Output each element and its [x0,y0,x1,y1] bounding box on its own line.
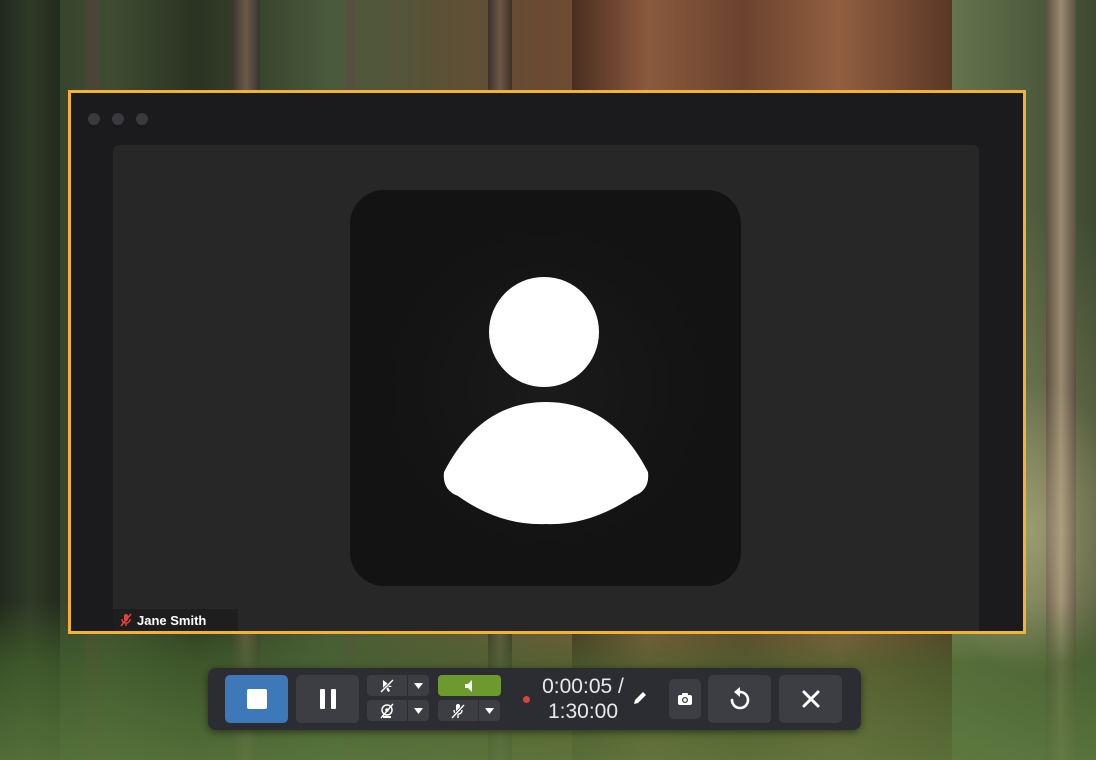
microphone-toggle-button[interactable] [438,700,478,721]
recording-toolbar: 0:00:05 / 1:30:00 [208,668,861,730]
participant-video-tile[interactable] [350,190,741,586]
system-audio-toggle [438,675,501,696]
participant-nametag: Jane Smith [113,609,239,631]
webcam-toggle [367,700,429,721]
cursor-toggle-button[interactable] [367,675,407,696]
chevron-down-icon [485,707,494,714]
annotate-button[interactable] [630,688,650,708]
cursor-toggle [367,675,429,696]
recording-timer: 0:00:05 / 1:30:00 [536,674,630,724]
mic-muted-icon [120,613,132,627]
speaker-icon [464,679,472,692]
pause-icon [319,689,336,709]
system-audio-button[interactable] [438,675,501,696]
window-zoom-dot[interactable] [136,113,148,125]
elapsed-time: 0:00:05 [542,675,613,698]
webcam-toggle-button[interactable] [367,700,407,721]
window-close-dot[interactable] [88,113,100,125]
close-icon [802,690,819,708]
webcam-off-icon [380,703,394,718]
pencil-icon [634,692,646,704]
microphone-options-dropdown[interactable] [478,700,500,721]
stop-icon [246,689,267,709]
microphone-toggle [438,700,500,721]
restart-button[interactable] [708,675,771,723]
restart-icon [730,687,749,710]
person-icon [386,228,706,548]
screenshot-button[interactable] [669,679,701,719]
window-minimize-dot[interactable] [112,113,124,125]
participant-name: Jane Smith [137,612,207,628]
pause-button[interactable] [296,675,359,723]
webcam-options-dropdown[interactable] [407,700,429,721]
video-stage: Jane Smith [113,145,979,631]
time-separator: / [618,675,624,698]
duration-limit: 1:30:00 [547,700,619,723]
window-controls [88,113,148,125]
chevron-down-icon [414,682,423,689]
stop-button[interactable] [225,675,288,723]
mic-off-icon [450,703,466,719]
chevron-down-icon [414,707,423,714]
cursor-options-dropdown[interactable] [407,675,429,696]
meeting-window: Jane Smith [68,90,1026,634]
cancel-recording-button[interactable] [779,675,842,723]
cursor-off-icon [379,678,395,693]
camera-icon [678,693,692,705]
recording-indicator [523,696,530,703]
